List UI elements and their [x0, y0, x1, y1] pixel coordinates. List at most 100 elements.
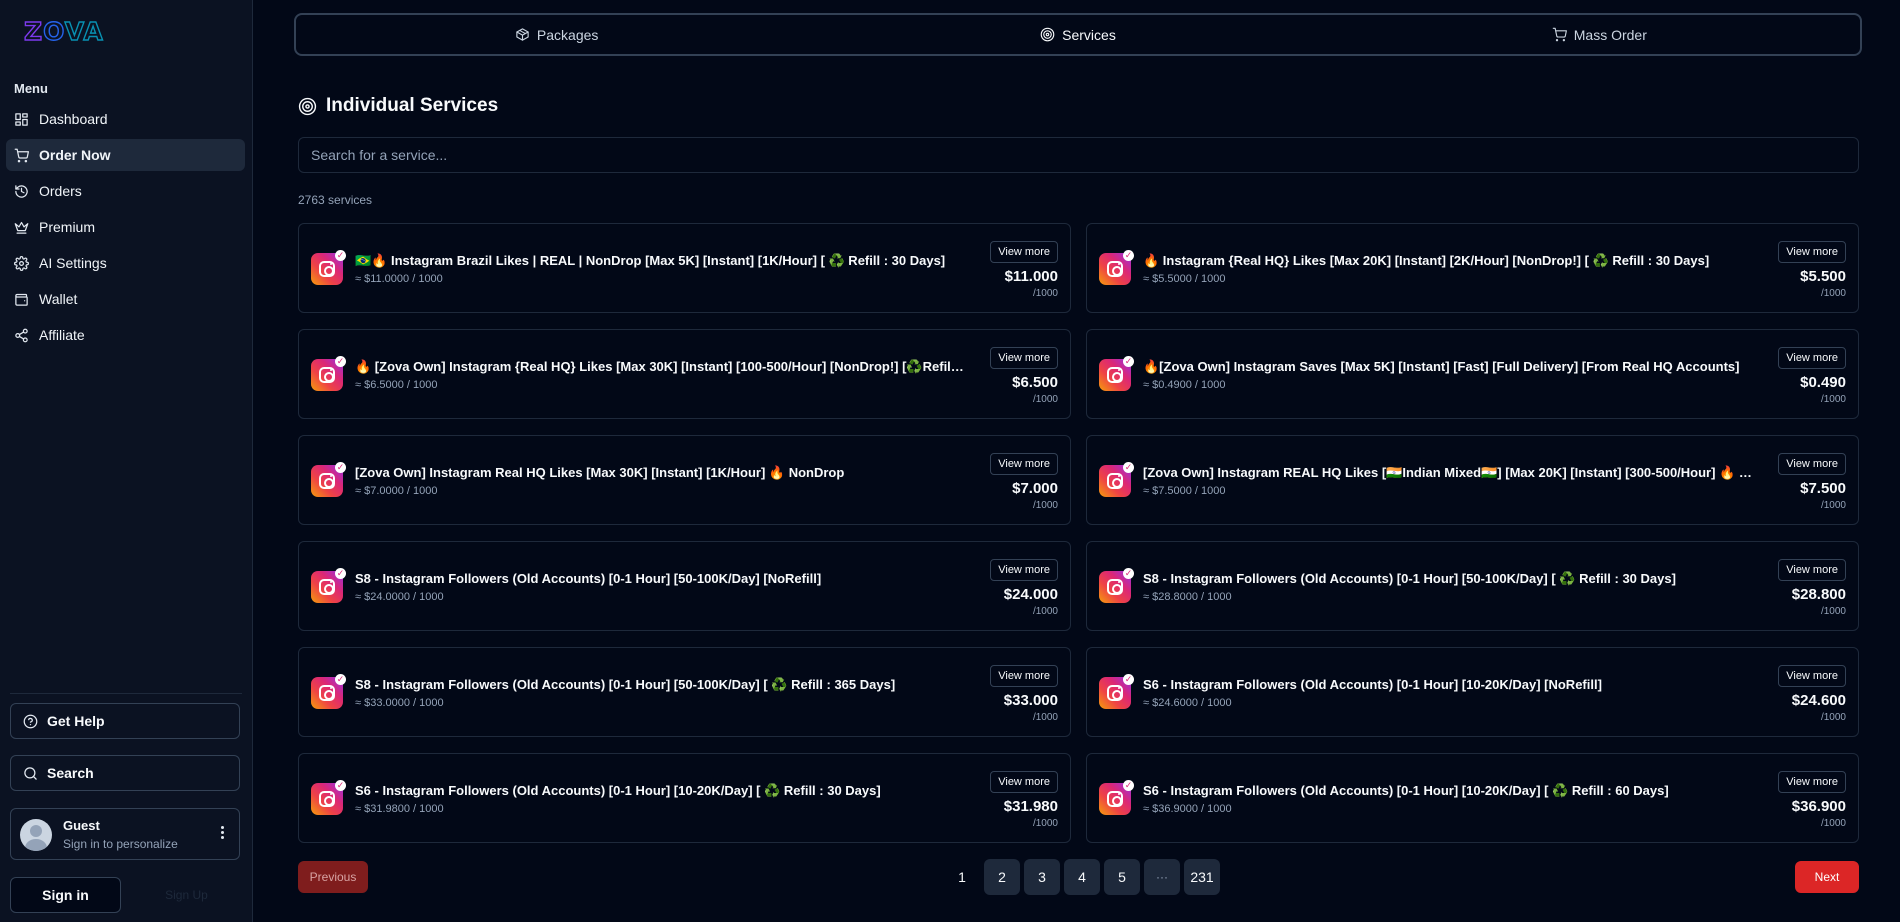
price-unit: /1000	[1032, 606, 1058, 617]
sidebar-item-ai-settings[interactable]: AI Settings	[6, 247, 245, 279]
price-unit: /1000	[1820, 712, 1846, 723]
page-button-1[interactable]: 1	[944, 859, 980, 895]
service-card[interactable]: ✓ 🔥[Zova Own] Instagram Saves [Max 5K] [I…	[1086, 329, 1859, 419]
price-unit: /1000	[1032, 712, 1058, 723]
instagram-icon: ✓	[311, 356, 346, 391]
price-unit: /1000	[1032, 500, 1058, 511]
service-price: $31.980	[1003, 798, 1058, 815]
get-help-button[interactable]: Get Help	[10, 703, 240, 739]
avatar	[20, 819, 52, 851]
tab-label: Mass Order	[1573, 26, 1647, 43]
service-card[interactable]: ✓ 🔥 Instagram {Real HQ} Likes [Max 20K] […	[1086, 223, 1859, 313]
gear-icon	[14, 255, 29, 271]
service-card[interactable]: ✓ S8 - Instagram Followers (Old Accounts)…	[1086, 541, 1859, 631]
instagram-icon: ✓	[311, 674, 346, 709]
sidebar-item-wallet[interactable]: Wallet	[6, 283, 245, 315]
price-unit: /1000	[1820, 288, 1846, 299]
view-more-button[interactable]: View more	[990, 453, 1058, 475]
instagram-icon: ✓	[311, 568, 346, 603]
view-more-button[interactable]: View more	[990, 665, 1058, 687]
tab-packages[interactable]: Packages	[296, 15, 817, 54]
sidebar-item-label: Wallet	[39, 291, 78, 307]
instagram-icon: ✓	[1099, 462, 1134, 497]
service-price: $5.500	[1800, 268, 1846, 285]
pagination: 1 2 3 4 5 ··· 231	[944, 859, 1224, 895]
service-card[interactable]: ✓ 🔥 [Zova Own] Instagram {Real HQ} Likes …	[298, 329, 1071, 419]
view-more-button[interactable]: View more	[1778, 771, 1846, 793]
search-label: Search	[47, 765, 94, 781]
target-icon	[298, 97, 317, 115]
get-help-label: Get Help	[47, 713, 105, 729]
page-button-5[interactable]: 5	[1104, 859, 1140, 895]
service-card[interactable]: ✓ S6 - Instagram Followers (Old Accounts)…	[1086, 753, 1859, 843]
service-rate: ≈ $7.5000 / 1000	[1143, 485, 1226, 497]
instagram-icon: ✓	[1099, 674, 1134, 709]
page-button-3[interactable]: 3	[1024, 859, 1060, 895]
sign-in-button[interactable]: Sign in	[10, 877, 121, 913]
tab-mass-order[interactable]: Mass Order	[1339, 15, 1860, 54]
service-price: $24.600	[1791, 692, 1846, 709]
view-more-button[interactable]: View more	[990, 559, 1058, 581]
service-price: $11.000	[1004, 268, 1058, 285]
sidebar-item-label: Premium	[39, 219, 96, 235]
tab-services[interactable]: Services	[817, 15, 1338, 54]
page-button-4[interactable]: 4	[1064, 859, 1100, 895]
instagram-icon: ✓	[311, 462, 346, 497]
service-title: 🔥 [Zova Own] Instagram {Real HQ} Likes […	[355, 359, 965, 374]
price-unit: /1000	[1032, 394, 1058, 405]
user-name: Guest	[63, 818, 100, 833]
service-card[interactable]: ✓ 🇧🇷🔥 Instagram Brazil Likes | REAL | Non…	[298, 223, 1071, 313]
page-title-text: Individual Services	[326, 95, 499, 116]
sidebar-item-label: AI Settings	[39, 255, 107, 271]
service-title: S8 - Instagram Followers (Old Accounts) …	[355, 677, 896, 692]
service-rate: ≈ $0.4900 / 1000	[1143, 379, 1226, 391]
instagram-icon: ✓	[1099, 250, 1134, 285]
grid-icon	[15, 112, 28, 126]
sign-up-button[interactable]: Sign Up	[131, 877, 242, 913]
view-more-button[interactable]: View more	[990, 241, 1058, 263]
help-circle-icon	[23, 714, 38, 728]
view-more-button[interactable]: View more	[990, 347, 1058, 369]
service-rate: ≈ $31.9800 / 1000	[355, 803, 444, 815]
page-button-231[interactable]: 231	[1184, 859, 1220, 895]
more-vertical-icon[interactable]	[221, 826, 225, 841]
sidebar-item-label: Dashboard	[39, 111, 108, 127]
service-title: 🔥 Instagram {Real HQ} Likes [Max 20K] [I…	[1143, 253, 1710, 268]
service-card[interactable]: ✓ S6 - Instagram Followers (Old Accounts)…	[298, 753, 1071, 843]
service-card[interactable]: ✓ S6 - Instagram Followers (Old Accounts)…	[1086, 647, 1859, 737]
search-icon	[24, 766, 37, 780]
service-count: 2763 services	[298, 193, 373, 207]
view-more-button[interactable]: View more	[1778, 241, 1846, 263]
page-button-2[interactable]: 2	[984, 859, 1020, 895]
next-page-button[interactable]: Next	[1795, 861, 1859, 893]
view-more-button[interactable]: View more	[1778, 347, 1846, 369]
user-card[interactable]: Guest Sign in to personalize	[10, 808, 240, 860]
price-unit: /1000	[1032, 288, 1058, 299]
sidebar-item-affiliate[interactable]: Affiliate	[6, 319, 245, 351]
service-card[interactable]: ✓ [Zova Own] Instagram Real HQ Likes [Max…	[298, 435, 1071, 525]
price-unit: /1000	[1032, 818, 1058, 829]
price-unit: /1000	[1820, 394, 1846, 405]
sidebar-item-dashboard[interactable]: Dashboard	[6, 103, 245, 135]
sidebar-divider	[10, 693, 242, 694]
sidebar-item-premium[interactable]: Premium	[6, 211, 245, 243]
zova-logo[interactable]: ZOVA	[23, 16, 104, 46]
view-more-button[interactable]: View more	[1778, 453, 1846, 475]
sidebar-item-order-now[interactable]: Order Now	[6, 139, 245, 171]
sidebar-item-orders[interactable]: Orders	[6, 175, 245, 207]
history-icon	[15, 184, 28, 198]
service-card[interactable]: ✓ [Zova Own] Instagram REAL HQ Likes [🇮🇳I…	[1086, 435, 1859, 525]
view-more-button[interactable]: View more	[1778, 559, 1846, 581]
service-rate: ≈ $5.5000 / 1000	[1143, 273, 1226, 285]
price-unit: /1000	[1820, 606, 1846, 617]
sidebar-search-button[interactable]: Search	[10, 755, 240, 791]
instagram-icon: ✓	[1099, 780, 1134, 815]
service-card[interactable]: ✓ S8 - Instagram Followers (Old Accounts)…	[298, 647, 1071, 737]
tab-label: Services	[1062, 26, 1116, 43]
service-search-input[interactable]	[298, 137, 1859, 173]
view-more-button[interactable]: View more	[1778, 665, 1846, 687]
share-icon	[15, 328, 28, 342]
service-price: $33.000	[1003, 692, 1058, 709]
service-card[interactable]: ✓ S8 - Instagram Followers (Old Accounts)…	[298, 541, 1071, 631]
view-more-button[interactable]: View more	[990, 771, 1058, 793]
